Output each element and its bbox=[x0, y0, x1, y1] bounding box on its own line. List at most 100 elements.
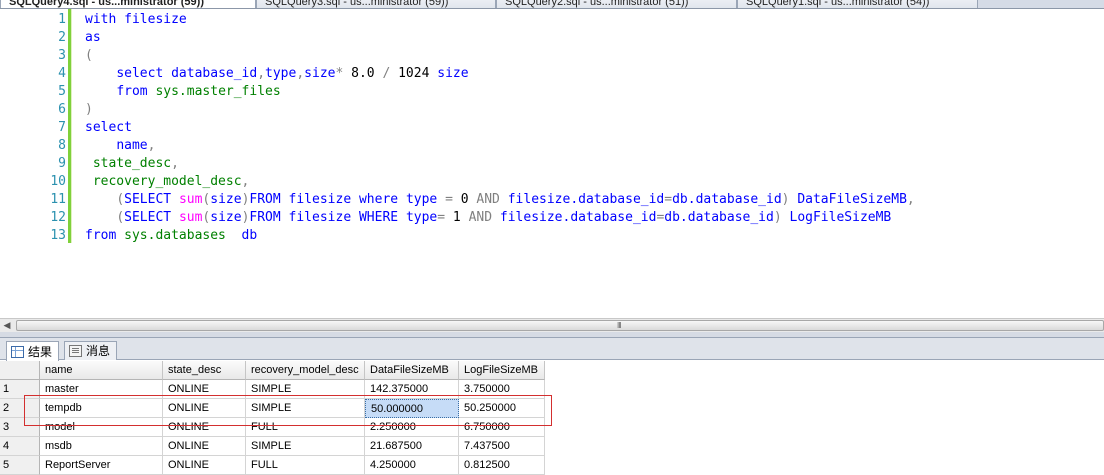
line-number: 1 bbox=[58, 12, 66, 27]
query-tab-2[interactable]: SQLQuery3.sql - us...ministrator (59)) bbox=[256, 0, 496, 8]
scroll-left-arrow-icon[interactable]: ◀ bbox=[0, 319, 14, 332]
code-token: filesize.database_id bbox=[499, 210, 657, 225]
code-token: size bbox=[304, 66, 336, 81]
table-cell[interactable]: 6.750000 bbox=[459, 418, 545, 437]
code-token: , bbox=[171, 156, 179, 171]
line-number: 11 bbox=[50, 192, 66, 207]
results-tab-strip: 结果 消息 bbox=[0, 338, 1104, 361]
table-cell[interactable]: msdb bbox=[40, 437, 163, 456]
code-token: = bbox=[437, 210, 453, 225]
code-line[interactable]: with filesize bbox=[85, 11, 187, 29]
table-cell[interactable]: 4.250000 bbox=[365, 456, 459, 475]
column-header-logfilesizemb[interactable]: LogFileSizeMB bbox=[459, 361, 545, 380]
query-tab-1[interactable]: SQLQuery4.sql - us...ministrator (59)) bbox=[0, 0, 256, 8]
line-number: 6 bbox=[58, 102, 66, 117]
table-cell[interactable]: SIMPLE bbox=[246, 380, 365, 399]
code-line[interactable]: from sys.databases db bbox=[85, 227, 257, 245]
table-cell[interactable]: 7.437500 bbox=[459, 437, 545, 456]
code-token: FROM bbox=[249, 210, 289, 225]
table-cell[interactable]: 50.250000 bbox=[459, 399, 545, 418]
table-cell[interactable]: FULL bbox=[246, 456, 365, 475]
change-tracking-bar bbox=[68, 9, 72, 243]
code-token: type bbox=[405, 192, 446, 207]
code-token: filesize bbox=[288, 192, 359, 207]
table-cell[interactable]: 0.812500 bbox=[459, 456, 545, 475]
row-number[interactable]: 2 bbox=[0, 399, 40, 418]
code-token: , bbox=[241, 174, 250, 189]
code-token: ) bbox=[773, 210, 790, 225]
code-token: sys.master_files bbox=[155, 84, 281, 99]
line-number: 2 bbox=[58, 30, 66, 45]
table-cell[interactable]: 3.750000 bbox=[459, 380, 545, 399]
results-grid[interactable]: name state_desc recovery_model_desc DataFil… bbox=[0, 361, 1104, 475]
column-header-state-desc[interactable]: state_desc bbox=[163, 361, 246, 380]
grid-corner[interactable] bbox=[0, 361, 40, 380]
table-cell[interactable]: tempdb bbox=[40, 399, 163, 418]
scrollbar-thumb[interactable]: III bbox=[16, 320, 1104, 331]
table-cell[interactable]: ONLINE bbox=[163, 399, 246, 418]
table-cell[interactable]: ReportServer bbox=[40, 456, 163, 475]
table-cell[interactable]: FULL bbox=[246, 418, 365, 437]
code-line[interactable]: select database_id,type,size* 8.0 / 1024… bbox=[85, 65, 469, 83]
query-tab-strip: SQLQuery4.sql - us...ministrator (59)) SQ… bbox=[0, 0, 1104, 9]
code-token: filesize.database_id bbox=[507, 192, 665, 207]
table-cell[interactable]: master bbox=[40, 380, 163, 399]
code-token: , bbox=[906, 192, 915, 207]
table-cell[interactable]: ONLINE bbox=[163, 418, 246, 437]
code-line[interactable]: as bbox=[85, 29, 101, 47]
code-token: , bbox=[147, 138, 156, 153]
column-header-recovery-model-desc[interactable]: recovery_model_desc bbox=[246, 361, 365, 380]
code-token: where bbox=[358, 192, 406, 207]
code-line[interactable]: ( bbox=[85, 47, 93, 65]
column-header-datafilesizemb[interactable]: DataFileSizeMB bbox=[365, 361, 459, 380]
code-token: WHERE bbox=[358, 210, 406, 225]
code-token: size bbox=[437, 66, 469, 81]
code-token: db.database_id bbox=[664, 210, 774, 225]
code-token: from bbox=[85, 228, 125, 243]
table-cell[interactable]: 142.375000 bbox=[365, 380, 459, 399]
column-header-name[interactable]: name bbox=[40, 361, 163, 380]
code-token: ( bbox=[116, 192, 125, 207]
tab-messages[interactable]: 消息 bbox=[64, 341, 118, 360]
message-icon bbox=[69, 345, 82, 357]
line-number: 9 bbox=[58, 156, 66, 171]
code-token: type bbox=[265, 66, 297, 81]
table-cell[interactable]: SIMPLE bbox=[246, 437, 365, 456]
table-cell[interactable]: ONLINE bbox=[163, 437, 246, 456]
table-cell[interactable]: SIMPLE bbox=[246, 399, 365, 418]
row-number[interactable]: 5 bbox=[0, 456, 40, 475]
tab-results[interactable]: 结果 bbox=[6, 341, 60, 361]
line-number: 8 bbox=[58, 138, 66, 153]
code-line[interactable]: select bbox=[85, 119, 132, 137]
code-line[interactable]: (SELECT sum(size)FROM filesize where typ… bbox=[85, 191, 915, 209]
table-cell[interactable]: 21.687500 bbox=[365, 437, 459, 456]
code-token: ( bbox=[116, 210, 125, 225]
line-number: 3 bbox=[58, 48, 66, 63]
row-number[interactable]: 4 bbox=[0, 437, 40, 456]
row-number[interactable]: 3 bbox=[0, 418, 40, 437]
table-cell[interactable]: 50.000000 bbox=[365, 399, 459, 418]
code-token: database_id bbox=[171, 66, 258, 81]
code-line[interactable]: from sys.master_files bbox=[85, 83, 281, 101]
editor-horizontal-scrollbar[interactable]: ◀ III bbox=[0, 318, 1104, 332]
row-number[interactable]: 1 bbox=[0, 380, 40, 399]
table-cell[interactable]: ONLINE bbox=[163, 456, 246, 475]
table-cell[interactable]: 2.250000 bbox=[365, 418, 459, 437]
code-line[interactable]: (SELECT sum(size)FROM filesize WHERE typ… bbox=[85, 209, 891, 227]
code-line[interactable]: ) bbox=[85, 101, 93, 119]
code-line[interactable]: state_desc, bbox=[85, 155, 179, 173]
code-line[interactable]: name, bbox=[85, 137, 155, 155]
code-line[interactable]: recovery_model_desc, bbox=[85, 173, 250, 191]
sql-editor[interactable]: 1 2 3 4 5 6 7 8 9 10 11 12 13 with filesize as( selec… bbox=[0, 9, 1104, 318]
line-number: 7 bbox=[58, 120, 66, 135]
table-cell[interactable]: model bbox=[40, 418, 163, 437]
line-number-gutter: 1 2 3 4 5 6 7 8 9 10 11 12 13 bbox=[0, 9, 68, 318]
query-tab-3[interactable]: SQLQuery2.sql - us...ministrator (51)) bbox=[496, 0, 737, 8]
code-token: FROM bbox=[249, 192, 289, 207]
table-cell[interactable]: ONLINE bbox=[163, 380, 246, 399]
code-token: type bbox=[405, 210, 438, 225]
query-tab-4[interactable]: SQLQuery1.sql - us...ministrator (54)) bbox=[737, 0, 978, 8]
